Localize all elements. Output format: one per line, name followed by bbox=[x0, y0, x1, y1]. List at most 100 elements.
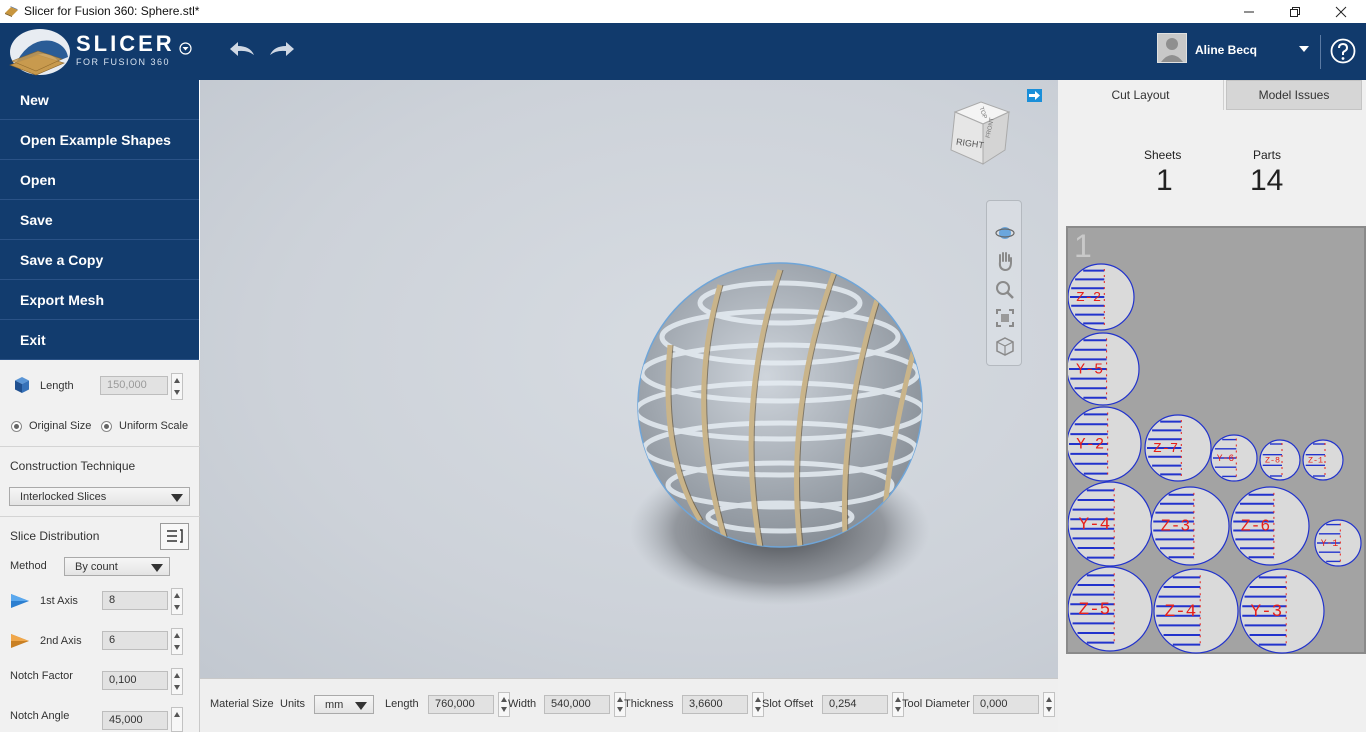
panel-divider bbox=[0, 446, 200, 447]
menu-open[interactable]: Open bbox=[0, 160, 199, 200]
cut-part-label: Z-6 bbox=[1241, 517, 1270, 536]
close-button[interactable] bbox=[1318, 0, 1364, 23]
menu-new[interactable]: New bbox=[0, 80, 199, 120]
cut-part-label: Z-8 bbox=[1265, 455, 1280, 465]
tool-diameter-stepper[interactable] bbox=[1043, 692, 1055, 717]
second-axis-input[interactable]: 6 bbox=[102, 631, 168, 650]
cut-part-label: Y-1 bbox=[1321, 538, 1339, 549]
cut-part[interactable]: Y-5 bbox=[1068, 332, 1140, 406]
arrow-right-icon bbox=[1029, 91, 1040, 100]
menu-open-example-shapes[interactable]: Open Example Shapes bbox=[0, 120, 199, 160]
sheets-count: 1 bbox=[1156, 164, 1173, 197]
cut-part[interactable]: Y-2 bbox=[1068, 406, 1142, 482]
cut-part-label: Y-5 bbox=[1076, 360, 1103, 378]
maximize-button[interactable] bbox=[1272, 0, 1318, 23]
method-label: Method bbox=[10, 560, 47, 572]
menu-save[interactable]: Save bbox=[0, 200, 199, 240]
method-select[interactable]: By count bbox=[64, 557, 170, 576]
uniform-scale-label: Uniform Scale bbox=[119, 420, 189, 432]
redo-icon[interactable] bbox=[268, 39, 296, 59]
user-name[interactable]: Aline Becq bbox=[1195, 43, 1257, 57]
notch-factor-input[interactable]: 0,100 bbox=[102, 671, 168, 690]
first-axis-stepper[interactable] bbox=[171, 588, 183, 615]
length-stepper[interactable] bbox=[171, 373, 183, 400]
menu-export-mesh[interactable]: Export Mesh bbox=[0, 280, 199, 320]
cube-length-icon bbox=[15, 377, 29, 393]
cut-part[interactable]: Z-4 bbox=[1153, 568, 1239, 654]
slice-distribution-menu-button[interactable] bbox=[160, 523, 189, 550]
list-menu-icon bbox=[167, 529, 183, 543]
menu-save-a-copy[interactable]: Save a Copy bbox=[0, 240, 199, 280]
view-cube[interactable]: RIGHT TOP FRONT bbox=[947, 98, 1013, 168]
second-axis-label: 2nd Axis bbox=[40, 635, 82, 647]
construction-technique-value: Interlocked Slices bbox=[20, 491, 107, 503]
notch-angle-stepper[interactable] bbox=[171, 707, 183, 732]
tab-model-issues[interactable]: Model Issues bbox=[1226, 80, 1362, 110]
cut-part[interactable]: Z-7 bbox=[1144, 414, 1212, 482]
app-header: SLICER FOR FUSION 360 Aline Becq bbox=[0, 23, 1366, 80]
thickness-input[interactable]: 3,6600 bbox=[682, 695, 748, 714]
method-value: By count bbox=[75, 561, 118, 573]
length-input[interactable]: 150,000 bbox=[100, 376, 168, 395]
first-axis-input[interactable]: 8 bbox=[102, 591, 168, 610]
zoom-icon[interactable] bbox=[994, 279, 1016, 301]
sheet-width-input[interactable]: 540,000 bbox=[544, 695, 610, 714]
cut-part-label: Z-2 bbox=[1076, 290, 1101, 306]
cut-part-label: Z-7 bbox=[1153, 441, 1178, 457]
construction-technique-select[interactable]: Interlocked Slices bbox=[9, 487, 190, 506]
cut-sheet[interactable]: 1 Z-2 Y-5 Y-2 Z-7 Y-6 Z-8 Z-1 Y-4 Z-3 Z-6 Y-1 Z-5 Z-… bbox=[1066, 226, 1366, 654]
dropdown-arrow-icon bbox=[151, 564, 163, 572]
uniform-scale-radio[interactable] bbox=[101, 421, 112, 432]
tab-cut-layout[interactable]: Cut Layout bbox=[1058, 80, 1224, 110]
brand-name: SLICER bbox=[76, 31, 175, 56]
dropdown-arrow-icon bbox=[355, 702, 367, 710]
first-axis-icon bbox=[11, 594, 29, 608]
app-menu-dropdown-icon[interactable] bbox=[179, 42, 192, 55]
navigation-bar bbox=[986, 200, 1022, 366]
notch-angle-input[interactable]: 45,000 bbox=[102, 711, 168, 730]
chevron-down-icon[interactable] bbox=[1299, 46, 1309, 52]
cut-part[interactable]: Y-4 bbox=[1068, 481, 1153, 567]
header-divider bbox=[1320, 35, 1321, 69]
3d-viewport[interactable]: RIGHT TOP FRONT bbox=[200, 80, 1058, 678]
tool-diameter-input[interactable]: 0,000 bbox=[973, 695, 1039, 714]
expand-panel-button[interactable] bbox=[1027, 89, 1042, 102]
menu-exit[interactable]: Exit bbox=[0, 320, 199, 360]
orbit-icon[interactable] bbox=[994, 221, 1016, 243]
length-label: Length bbox=[40, 380, 74, 392]
cut-part-label: Y-6 bbox=[1217, 453, 1235, 464]
app-window: Slicer for Fusion 360: Sphere.stl* SLICE… bbox=[0, 0, 1366, 732]
cut-part[interactable]: Y-1 bbox=[1314, 519, 1362, 567]
cut-part[interactable]: Z-2 bbox=[1068, 263, 1135, 331]
sliced-sphere-model[interactable] bbox=[630, 255, 930, 615]
original-size-radio[interactable] bbox=[11, 421, 22, 432]
minimize-button[interactable] bbox=[1226, 0, 1272, 23]
cut-part[interactable]: Y-6 bbox=[1210, 434, 1258, 482]
slicer-logo bbox=[9, 29, 70, 76]
undo-icon[interactable] bbox=[228, 39, 256, 59]
cut-part[interactable]: Z-6 bbox=[1230, 486, 1310, 566]
notch-angle-label: Notch Angle bbox=[10, 710, 70, 722]
sheet-length-input[interactable]: 760,000 bbox=[428, 695, 494, 714]
slot-offset-input[interactable]: 0,254 bbox=[822, 695, 888, 714]
cut-part[interactable]: Z-5 bbox=[1068, 566, 1153, 652]
title-bar: Slicer for Fusion 360: Sphere.stl* bbox=[0, 0, 1366, 23]
pan-hand-icon[interactable] bbox=[994, 250, 1016, 272]
units-value: mm bbox=[325, 699, 344, 711]
cut-part[interactable]: Z-8 bbox=[1259, 439, 1301, 481]
second-axis-stepper[interactable] bbox=[171, 628, 183, 655]
cut-part[interactable]: Y-3 bbox=[1239, 568, 1325, 654]
notch-factor-stepper[interactable] bbox=[171, 668, 183, 695]
slot-offset-label: Slot Offset bbox=[762, 698, 814, 710]
cut-part[interactable]: Z-3 bbox=[1150, 486, 1230, 566]
material-size-label: Material Size bbox=[210, 698, 274, 710]
parts-label: Parts bbox=[1253, 148, 1282, 162]
file-menu: New Open Example Shapes Open Save Save a… bbox=[0, 80, 199, 360]
units-select[interactable]: mm bbox=[314, 695, 374, 714]
user-avatar[interactable] bbox=[1157, 33, 1187, 63]
home-view-icon[interactable] bbox=[994, 335, 1016, 357]
second-axis-icon bbox=[11, 634, 29, 648]
cut-part[interactable]: Z-1 bbox=[1302, 439, 1344, 481]
help-icon[interactable] bbox=[1330, 38, 1356, 64]
fit-view-icon[interactable] bbox=[994, 307, 1016, 329]
